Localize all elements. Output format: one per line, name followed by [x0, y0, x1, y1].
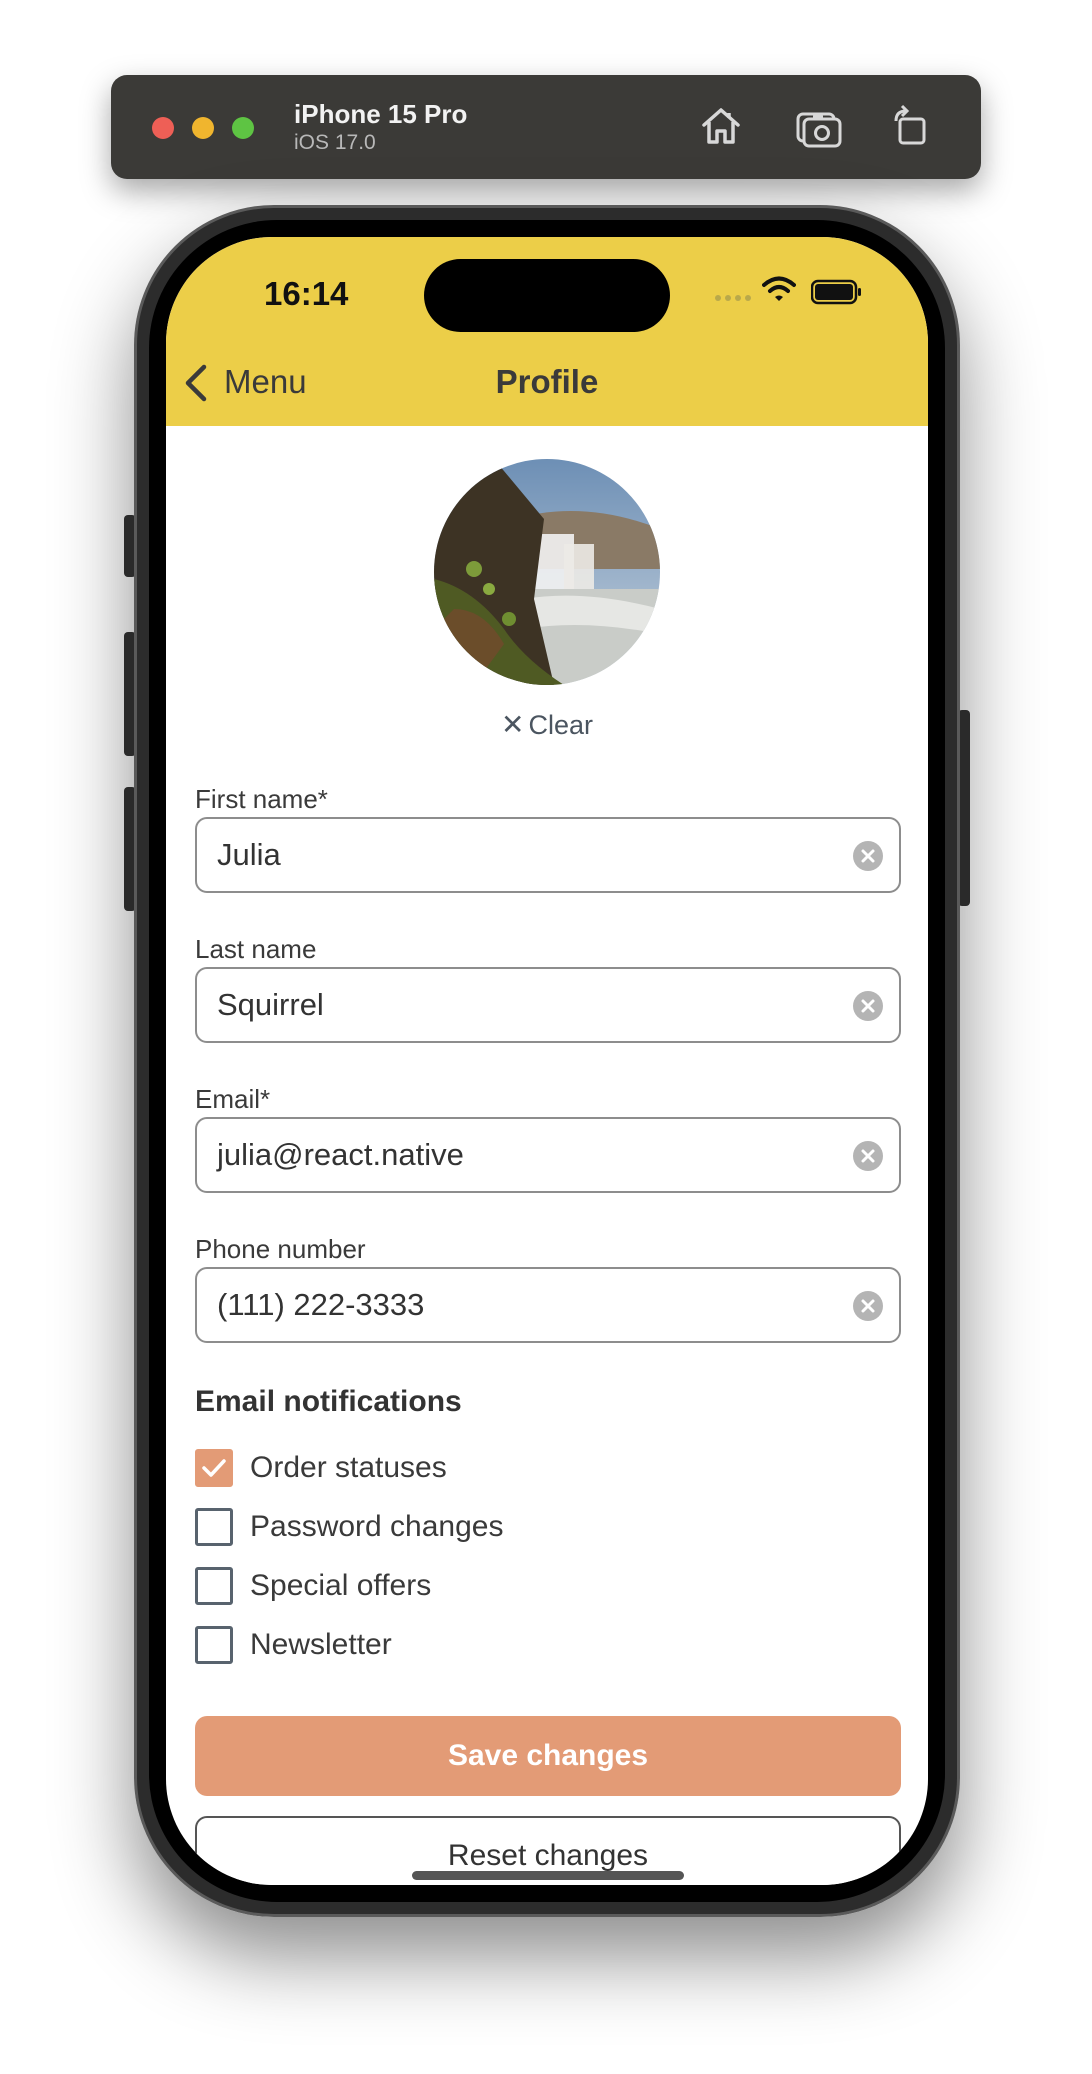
rotate-button[interactable]	[886, 101, 936, 151]
app-header: 16:14 Menu Profile	[166, 237, 928, 426]
checkbox-label: Password changes	[250, 1510, 504, 1543]
phone-screen: 16:14 Menu Profile ✕ Clear First name* J…	[166, 237, 928, 1885]
clear-circle-icon	[861, 999, 875, 1013]
clear-email-button[interactable]	[853, 1141, 883, 1171]
checkbox-label: Newsletter	[250, 1628, 392, 1661]
screenshot-icon	[796, 112, 842, 148]
clear-phone-button[interactable]	[853, 1291, 883, 1321]
checkbox-label: Order statuses	[250, 1451, 447, 1484]
home-button[interactable]	[696, 101, 746, 151]
device-name: iPhone 15 Pro	[294, 99, 468, 129]
phone-value: (111) 222-3333	[217, 1287, 425, 1322]
home-icon	[702, 108, 740, 144]
checkbox-unchecked[interactable]	[195, 1567, 233, 1605]
first-name-value: Julia	[217, 837, 281, 872]
clear-first-name-button[interactable]	[853, 841, 883, 871]
clear-circle-icon	[861, 1149, 875, 1163]
battery-icon	[811, 279, 861, 305]
email-value: julia@react.native	[217, 1137, 464, 1172]
save-changes-button[interactable]: Save changes	[195, 1716, 901, 1796]
rotate-icon	[894, 104, 926, 145]
phone-label: Phone number	[195, 1234, 366, 1264]
profile-avatar[interactable]	[434, 459, 660, 685]
checkmark-icon	[202, 1459, 226, 1477]
cellular-signal-icon	[715, 295, 751, 301]
zoom-window-button[interactable]	[232, 117, 254, 139]
simulator-toolbar: iPhone 15 Pro iOS 17.0	[111, 75, 981, 179]
close-window-button[interactable]	[152, 117, 174, 139]
clear-circle-icon	[861, 849, 875, 863]
page-title: Profile	[495, 363, 599, 400]
screenshot-button[interactable]	[794, 101, 844, 151]
email-field[interactable]: julia@react.native	[195, 1117, 901, 1193]
minimize-window-button[interactable]	[192, 117, 214, 139]
clear-avatar-label: Clear	[528, 710, 593, 740]
phone-field[interactable]: (111) 222-3333	[195, 1267, 901, 1343]
close-icon: ✕	[501, 709, 525, 740]
checkbox-checked[interactable]	[195, 1449, 233, 1487]
avatar-image	[434, 459, 660, 685]
last-name-field[interactable]: Squirrel	[195, 967, 901, 1043]
clear-last-name-button[interactable]	[853, 991, 883, 1021]
status-time: 16:14	[264, 275, 349, 312]
home-indicator[interactable]	[412, 1871, 684, 1880]
dynamic-island	[424, 259, 670, 332]
checkbox-label: Special offers	[250, 1569, 432, 1602]
wifi-icon	[762, 276, 796, 301]
checkbox-unchecked[interactable]	[195, 1508, 233, 1546]
os-version: iOS 17.0	[294, 131, 376, 154]
email-notifications-heading: Email notifications	[195, 1385, 462, 1418]
first-name-field[interactable]: Julia	[195, 817, 901, 893]
checkbox-unchecked[interactable]	[195, 1626, 233, 1664]
last-name-label: Last name	[195, 934, 317, 964]
clear-avatar-button[interactable]: ✕ Clear	[166, 708, 928, 741]
first-name-label: First name*	[195, 784, 328, 814]
clear-circle-icon	[861, 1299, 875, 1313]
email-label: Email*	[195, 1084, 271, 1114]
last-name-value: Squirrel	[217, 987, 324, 1022]
